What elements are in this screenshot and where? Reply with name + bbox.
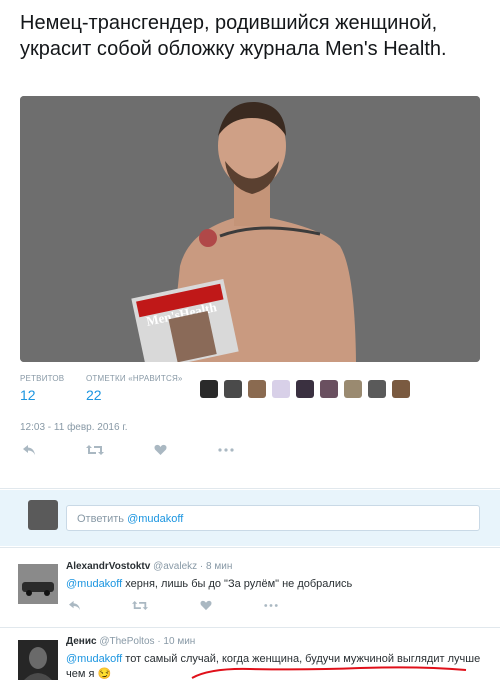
reply-text: @mudakoff херня, лишь бы до "За рулём" н… bbox=[66, 577, 486, 592]
liker-avatar[interactable] bbox=[248, 380, 266, 398]
red-underline-annotation bbox=[191, 666, 467, 679]
tweet-timestamp[interactable]: 12:03 - 11 февр. 2016 г. bbox=[20, 422, 128, 433]
retweets-label: РЕТВИТОВ bbox=[20, 374, 65, 383]
reply-body: херня, лишь бы до "За рулём" не добралис… bbox=[122, 578, 353, 590]
reply-author-name[interactable]: Денис bbox=[66, 636, 97, 647]
reply-time[interactable]: · 8 мин bbox=[200, 561, 232, 572]
liker-avatar[interactable] bbox=[272, 380, 290, 398]
reply-placeholder: Ответить bbox=[77, 513, 125, 525]
heart-icon[interactable] bbox=[154, 444, 167, 456]
reply-avatar[interactable] bbox=[18, 564, 58, 604]
reply-icon[interactable] bbox=[22, 444, 36, 456]
retweets-count: 12 bbox=[20, 387, 36, 403]
user-avatar[interactable] bbox=[28, 500, 58, 530]
reply-tweet: Денис @ThePoltos · 10 мин @mudakoff тот … bbox=[0, 628, 500, 700]
liker-avatar[interactable] bbox=[320, 380, 338, 398]
liker-avatar[interactable] bbox=[368, 380, 386, 398]
liker-avatar[interactable] bbox=[200, 380, 218, 398]
reply-icon[interactable] bbox=[68, 600, 81, 611]
reply-mention[interactable]: @mudakoff bbox=[66, 578, 122, 590]
reply-author-handle[interactable]: @ThePoltos bbox=[99, 636, 154, 647]
divider bbox=[0, 488, 500, 489]
reply-mention[interactable]: @mudakoff bbox=[66, 653, 122, 665]
smirk-emoji: 😏 bbox=[97, 668, 112, 680]
more-icon[interactable] bbox=[218, 444, 234, 456]
retweet-icon[interactable] bbox=[86, 444, 104, 456]
tweet-text: Немец-трансгендер, родившийся женщиной, … bbox=[20, 12, 447, 60]
likes-label: ОТМЕТКИ «НРАВИТСЯ» bbox=[86, 374, 183, 383]
reply-author-name[interactable]: AlexandrVostoktv bbox=[66, 561, 150, 572]
photo-illustration: Men'sHealth bbox=[20, 96, 480, 362]
tweet-actions bbox=[20, 444, 280, 464]
reply-header: Денис @ThePoltos · 10 мин bbox=[66, 636, 195, 647]
likes-count: 22 bbox=[86, 387, 102, 403]
more-icon[interactable] bbox=[264, 600, 278, 611]
reply-actions bbox=[66, 600, 278, 616]
reply-mention: @mudakoff bbox=[127, 513, 184, 525]
reply-tweet: AlexandrVostoktv @avalekz · 8 мин @mudak… bbox=[0, 548, 500, 628]
likes-stat[interactable]: ОТМЕТКИ «НРАВИТСЯ» 22 bbox=[86, 374, 183, 403]
reply-avatar[interactable] bbox=[18, 640, 58, 680]
tweet-photo[interactable]: Men'sHealth bbox=[20, 96, 480, 362]
liker-avatar[interactable] bbox=[296, 380, 314, 398]
reply-time[interactable]: · 10 мин bbox=[157, 636, 195, 647]
reply-input[interactable]: Ответить @mudakoff bbox=[66, 505, 480, 531]
reply-author-handle[interactable]: @avalekz bbox=[153, 561, 197, 572]
retweets-stat[interactable]: РЕТВИТОВ 12 bbox=[20, 374, 64, 403]
heart-icon[interactable] bbox=[200, 600, 212, 611]
liker-avatar[interactable] bbox=[392, 380, 410, 398]
liker-avatar[interactable] bbox=[224, 380, 242, 398]
reply-header: AlexandrVostoktv @avalekz · 8 мин bbox=[66, 561, 232, 572]
retweet-icon[interactable] bbox=[132, 600, 148, 611]
liker-avatar[interactable] bbox=[344, 380, 362, 398]
